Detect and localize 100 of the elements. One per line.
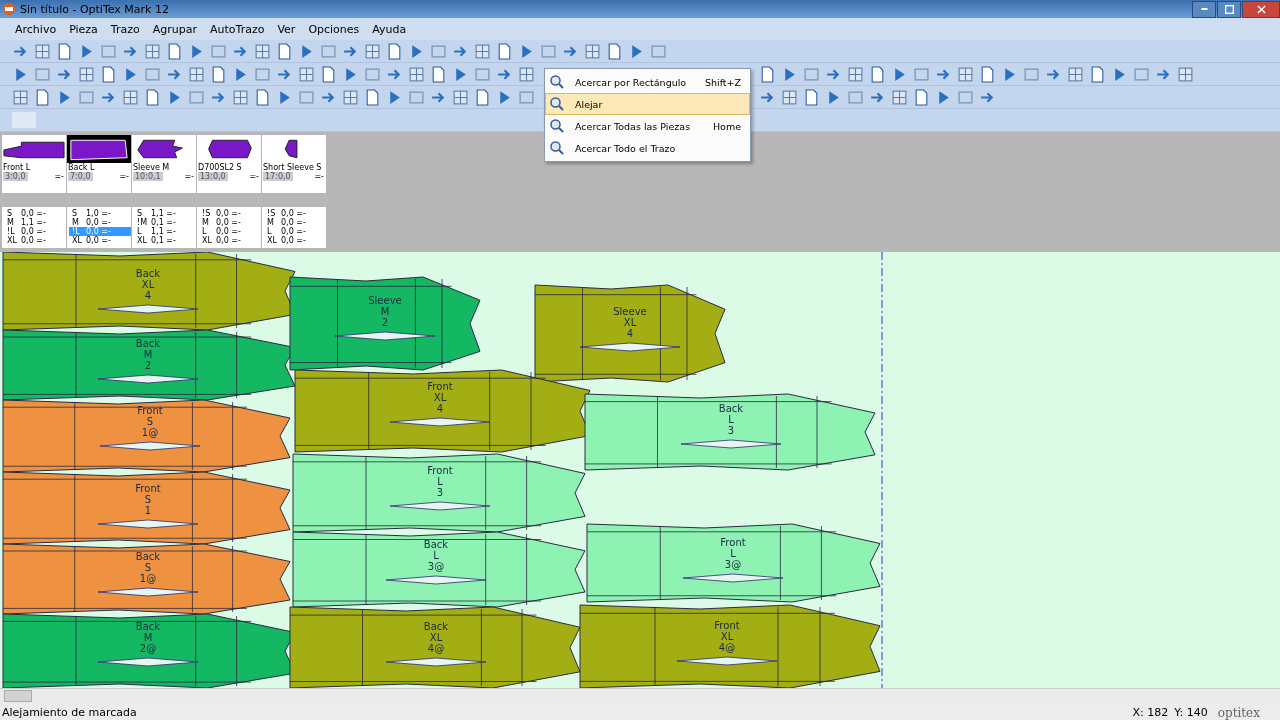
size-row[interactable]: !L 0,0 =-	[4, 227, 66, 236]
frame-icon[interactable]	[210, 42, 227, 60]
grid-icon[interactable]	[957, 65, 974, 83]
grid-icon[interactable]	[1067, 65, 1084, 83]
menu-item[interactable]: Ver	[272, 20, 301, 38]
document-icon[interactable]	[34, 88, 51, 106]
grid-icon[interactable]	[781, 88, 798, 106]
frame-icon[interactable]	[1133, 65, 1150, 83]
pattern-piece[interactable]: Sleeve M 2	[289, 276, 481, 371]
maximize-button[interactable]	[1217, 0, 1241, 18]
size-row[interactable]: S 0,0 =-	[4, 209, 66, 218]
size-row[interactable]: M 1,1 =-	[4, 218, 66, 227]
grid-icon[interactable]	[518, 65, 535, 83]
document-icon[interactable]	[1089, 65, 1106, 83]
horizontal-scrollbar[interactable]	[0, 688, 1280, 703]
menu-option[interactable]: Acercar por Rectángulo Shift+Z	[545, 71, 750, 93]
frame-icon[interactable]	[78, 88, 95, 106]
document-icon[interactable]	[386, 42, 403, 60]
frame-icon[interactable]	[144, 65, 161, 83]
frame-icon[interactable]	[298, 88, 315, 106]
size-row[interactable]: !S 0,0 =-	[264, 209, 326, 218]
frame-icon[interactable]	[1023, 65, 1040, 83]
menu-option[interactable]: Acercar Todas las Piezas Home	[545, 115, 750, 137]
menu-option[interactable]: Acercar Todo el Trazo	[545, 137, 750, 159]
grid-icon[interactable]	[254, 42, 271, 60]
piece-thumbnail[interactable]: Back L 7:0,0 =-	[67, 135, 131, 193]
grid-icon[interactable]	[1177, 65, 1194, 83]
menu-item[interactable]: Pieza	[64, 20, 103, 38]
grid-icon[interactable]	[188, 65, 205, 83]
size-row[interactable]: L 1,1 =-	[134, 227, 196, 236]
grid-icon[interactable]	[847, 65, 864, 83]
pattern-piece[interactable]: Back XL 4@	[289, 606, 581, 688]
document-icon[interactable]	[320, 65, 337, 83]
size-row[interactable]: XL 0,0 =-	[199, 236, 261, 245]
frame-icon[interactable]	[100, 42, 117, 60]
size-row[interactable]: S 1,1 =-	[134, 209, 196, 218]
pattern-piece[interactable]: Front S 1	[2, 471, 291, 545]
pattern-piece[interactable]: Sleeve XL 4	[534, 284, 726, 383]
pattern-piece[interactable]: Front L 3@	[586, 523, 881, 603]
size-row[interactable]: XL 0,0 =-	[264, 236, 326, 245]
menu-item[interactable]: Trazo	[105, 20, 145, 38]
grid-icon[interactable]	[78, 65, 95, 83]
grid-icon[interactable]	[144, 42, 161, 60]
grid-icon[interactable]	[298, 65, 315, 83]
grid-icon[interactable]	[408, 65, 425, 83]
menu-item[interactable]: Ayuda	[367, 20, 412, 38]
grid-icon[interactable]	[452, 88, 469, 106]
frame-icon[interactable]	[847, 88, 864, 106]
document-icon[interactable]	[869, 65, 886, 83]
grid-icon[interactable]	[34, 42, 51, 60]
frame-icon[interactable]	[518, 88, 535, 106]
toolbar-grip[interactable]	[12, 112, 36, 128]
frame-icon[interactable]	[957, 88, 974, 106]
document-icon[interactable]	[474, 88, 491, 106]
frame-icon[interactable]	[430, 42, 447, 60]
size-row[interactable]: M 0,0 =-	[199, 218, 261, 227]
menu-option[interactable]: Alejar	[545, 93, 750, 115]
pattern-piece[interactable]: Front S 1@	[2, 399, 291, 473]
size-row[interactable]: XL 0,0 =-	[4, 236, 66, 245]
piece-thumbnail[interactable]: Front L 3:0,0 =-	[2, 135, 66, 193]
document-icon[interactable]	[430, 65, 447, 83]
grid-icon[interactable]	[474, 42, 491, 60]
document-icon[interactable]	[606, 42, 623, 60]
frame-icon[interactable]	[34, 65, 51, 83]
document-icon[interactable]	[364, 88, 381, 106]
frame-icon[interactable]	[474, 65, 491, 83]
pattern-piece[interactable]: Front XL 4@	[579, 604, 881, 688]
document-icon[interactable]	[803, 88, 820, 106]
size-row[interactable]: XL 0,0 =-	[69, 236, 131, 245]
size-row[interactable]: !M 0,1 =-	[134, 218, 196, 227]
piece-thumbnail[interactable]: Sleeve M 10:0,1 =-	[132, 135, 196, 193]
pattern-piece[interactable]: Back L 3@	[292, 531, 586, 608]
document-icon[interactable]	[913, 88, 930, 106]
grid-icon[interactable]	[364, 42, 381, 60]
document-icon[interactable]	[496, 42, 513, 60]
frame-icon[interactable]	[364, 65, 381, 83]
menu-item[interactable]: Agrupar	[147, 20, 202, 38]
pattern-piece[interactable]: Back XL 4	[2, 252, 296, 331]
size-row[interactable]: L 0,0 =-	[199, 227, 261, 236]
size-row[interactable]: S 1,0 =-	[69, 209, 131, 218]
frame-icon[interactable]	[913, 65, 930, 83]
pattern-piece[interactable]: Front XL 4	[294, 369, 591, 453]
size-row[interactable]: M 0,0 =-	[264, 218, 326, 227]
pattern-piece[interactable]: Back L 3	[584, 393, 876, 471]
menu-item[interactable]: AutoTrazo	[205, 20, 270, 38]
document-icon[interactable]	[56, 42, 73, 60]
grid-icon[interactable]	[342, 88, 359, 106]
frame-icon[interactable]	[803, 65, 820, 83]
document-icon[interactable]	[759, 65, 776, 83]
grid-icon[interactable]	[232, 88, 249, 106]
grid-icon[interactable]	[891, 88, 908, 106]
menu-item[interactable]: Archivo	[10, 20, 62, 38]
grid-icon[interactable]	[584, 42, 601, 60]
size-row[interactable]: L 0,0 =-	[264, 227, 326, 236]
pattern-piece[interactable]: Back S 1@	[2, 543, 291, 615]
pattern-piece[interactable]: Back M 2	[2, 329, 296, 401]
frame-icon[interactable]	[650, 42, 667, 60]
grid-icon[interactable]	[122, 88, 139, 106]
document-icon[interactable]	[276, 42, 293, 60]
piece-thumbnail[interactable]: D700SL2 S 13:0,0 =-	[197, 135, 261, 193]
